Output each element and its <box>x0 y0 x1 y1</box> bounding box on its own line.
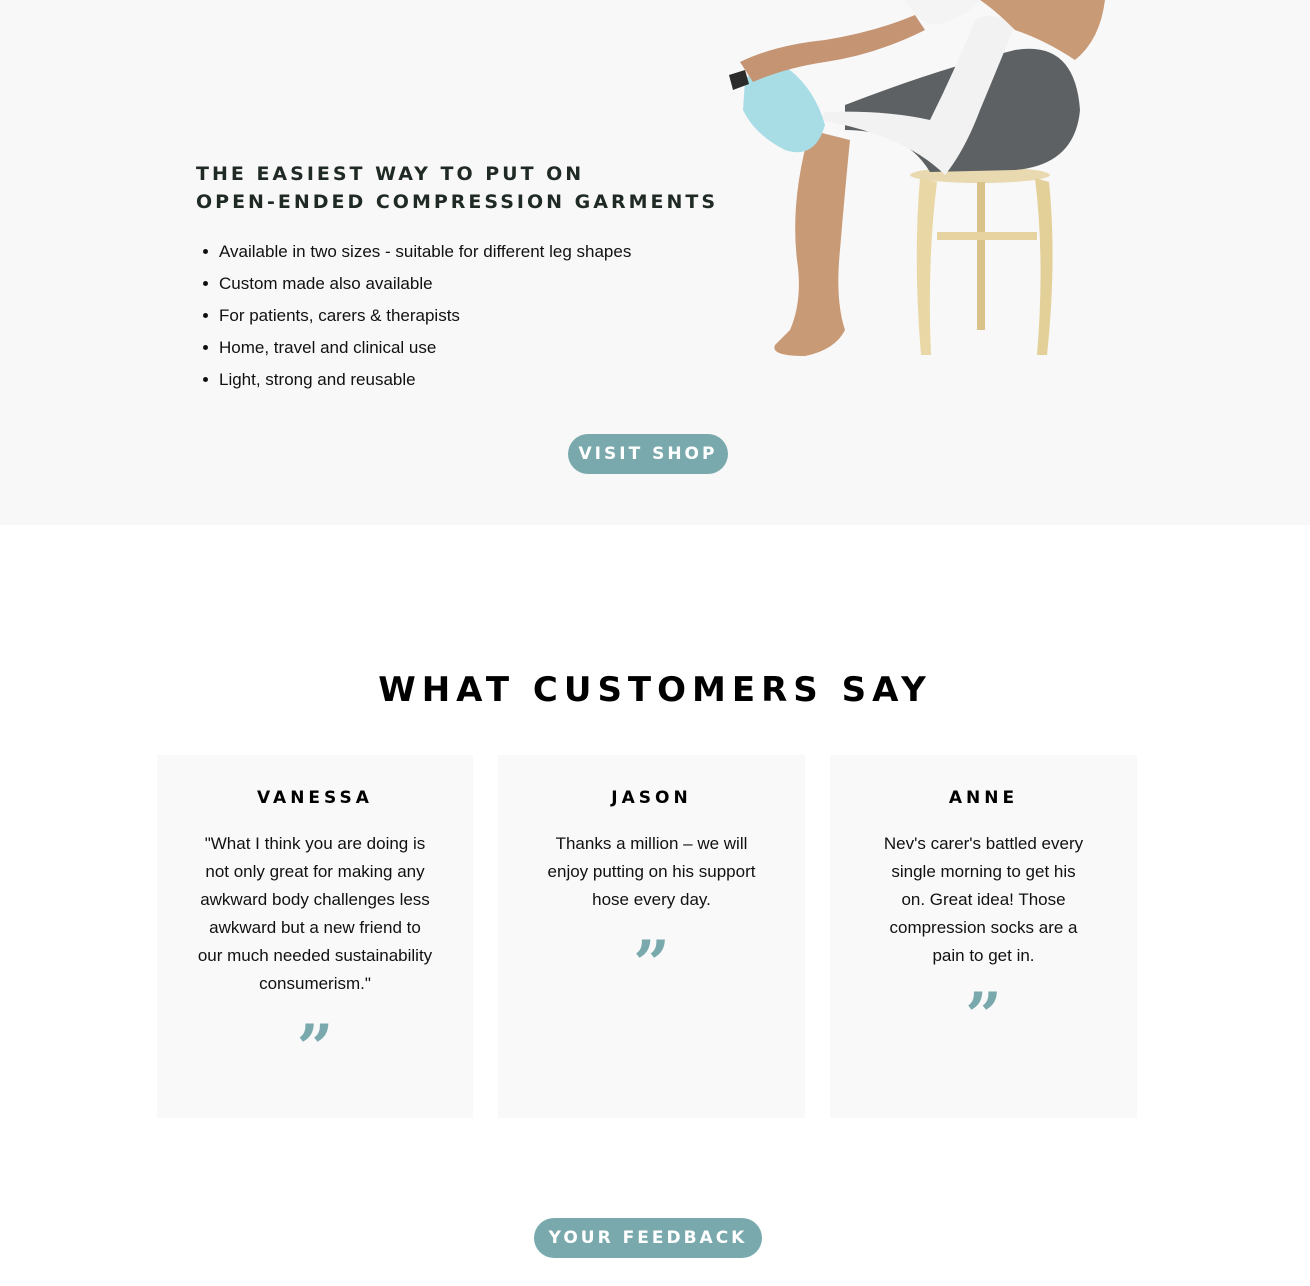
feature-list: Available in two sizes - suitable for di… <box>202 236 631 396</box>
testimonial-quote: Nev's carer's battled every single morni… <box>883 834 1084 965</box>
feature-item: For patients, carers & therapists <box>202 300 631 332</box>
visit-shop-button[interactable]: VISIT SHOP <box>568 434 728 474</box>
closing-quote-icon: ” <box>965 979 1002 1054</box>
hero-section: THE EASIEST WAY TO PUT ON OPEN-ENDED COM… <box>0 0 1310 525</box>
testimonial-card: JASON Thanks a million – we will enjoy p… <box>498 755 805 1118</box>
testimonial-name: JASON <box>611 788 692 808</box>
your-feedback-button[interactable]: YOUR FEEDBACK <box>534 1218 762 1258</box>
feature-item: Home, travel and clinical use <box>202 332 631 364</box>
testimonial-card: ANNE Nev's carer's battled every single … <box>830 755 1137 1118</box>
feature-item: Custom made also available <box>202 268 631 300</box>
product-photo <box>729 0 1105 356</box>
testimonial-card: VANESSA "What I think you are doing is n… <box>157 755 473 1118</box>
testimonial-name: ANNE <box>948 788 1019 808</box>
testimonial-quote: "What I think you are doing is not only … <box>197 834 433 993</box>
testimonial-name: VANESSA <box>257 788 373 808</box>
hero-heading: THE EASIEST WAY TO PUT ON OPEN-ENDED COM… <box>196 160 756 216</box>
feature-item: Light, strong and reusable <box>202 364 631 396</box>
closing-quote-icon: ” <box>633 927 670 1002</box>
hero-heading-line-1: THE EASIEST WAY TO PUT ON <box>196 163 585 185</box>
stool-illustration <box>910 167 1053 355</box>
testimonial-quote: Thanks a million – we will enjoy putting… <box>547 834 756 909</box>
hero-heading-line-2: OPEN-ENDED COMPRESSION GARMENTS <box>196 191 719 213</box>
closing-quote-icon: ” <box>296 1011 334 1086</box>
feature-item: Available in two sizes - suitable for di… <box>202 236 631 268</box>
testimonials-title: WHAT CUSTOMERS SAY <box>378 670 932 710</box>
